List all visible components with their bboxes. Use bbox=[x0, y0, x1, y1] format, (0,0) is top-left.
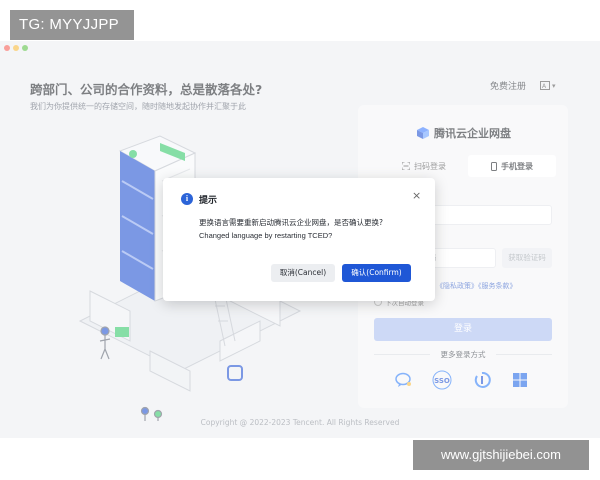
cancel-button[interactable]: 取消(Cancel) bbox=[271, 264, 335, 282]
info-icon: i bbox=[181, 193, 193, 205]
site-watermark: www.gjtshijiebei.com bbox=[413, 440, 589, 470]
confirm-button[interactable]: 确认(Confirm) bbox=[342, 264, 411, 282]
dialog-message: 更换语言需要重新启动腾讯云企业网盘，是否确认更换? Changed langua… bbox=[199, 216, 383, 242]
dialog-message-cn: 更换语言需要重新启动腾讯云企业网盘，是否确认更换? bbox=[199, 218, 383, 227]
overlay-tag: TG: MYYJJPP bbox=[10, 10, 134, 40]
close-icon[interactable]: × bbox=[412, 189, 421, 202]
language-change-dialog: i 提示 × 更换语言需要重新启动腾讯云企业网盘，是否确认更换? Changed… bbox=[163, 178, 435, 301]
dialog-title: 提示 bbox=[199, 196, 218, 206]
app-window: 跨部门、公司的合作资料，总是散落各处? 我们为你提供统一的存储空间，随时随地发起… bbox=[0, 41, 600, 438]
dialog-message-en: Changed language by restarting TCED? bbox=[199, 231, 333, 240]
